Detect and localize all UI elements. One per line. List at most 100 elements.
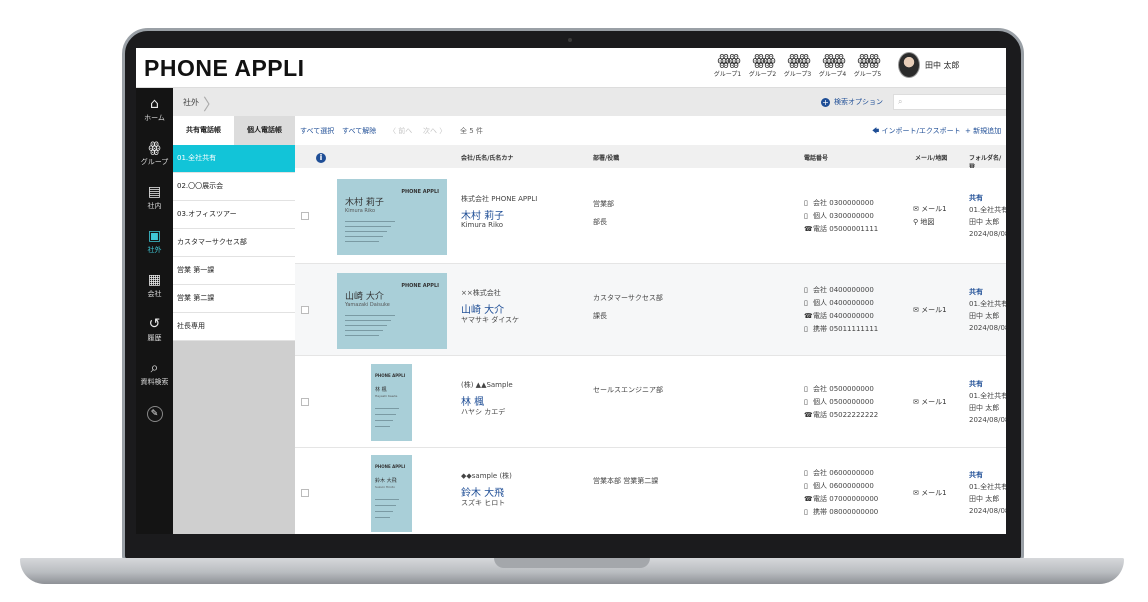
phone-entry[interactable]: ▯ 会社 0400000000 — [804, 284, 878, 297]
mail-link[interactable]: ✉ メール1 — [913, 487, 947, 500]
folder-item[interactable]: 02.〇〇展示会 — [173, 173, 295, 201]
home-icon: ⌂ — [150, 96, 159, 112]
group-shortcut[interactable]: ꙮꙮ グループ3 — [780, 52, 815, 79]
job-title: 部長 — [593, 218, 607, 226]
group-shortcut[interactable]: ꙮꙮ グループ2 — [745, 52, 780, 79]
tab-personal[interactable]: 個人電話帳 — [234, 116, 295, 145]
phone-entry[interactable]: ▯ 会社 0500000000 — [804, 383, 878, 396]
search-input[interactable]: ⌕ — [893, 94, 1006, 110]
card-text-line — [345, 241, 379, 242]
folder-name: 01.全社共有 — [969, 392, 1006, 400]
company-external-icon: ▣ — [147, 228, 162, 244]
group-shortcut[interactable]: ꙮꙮ グループ4 — [815, 52, 850, 79]
select-all-link[interactable]: すべて選択 — [300, 126, 334, 136]
phone-entry[interactable]: ☎電話 0400000000 — [804, 310, 878, 323]
phone-entry[interactable]: ▯ 携帯 08000000000 — [804, 506, 878, 519]
phone-entry[interactable]: ▯ 会社 0600000000 — [804, 467, 878, 480]
folder-item[interactable]: 01.全社共有 — [173, 145, 295, 173]
row-checkbox[interactable] — [301, 489, 309, 497]
search-icon: ⌕ — [898, 97, 903, 106]
business-card-image[interactable]: PHONE APPLI 林 楓 Hayashi Kaede — [371, 364, 412, 441]
group-icon: ꙮꙮ — [717, 51, 740, 69]
group-icon: ꙮ — [148, 140, 161, 156]
phone-number: 0300000000 — [829, 198, 874, 207]
contact-name[interactable]: 鈴木 大飛 — [461, 484, 504, 499]
nav-company[interactable]: ▦ 会社 — [136, 272, 173, 299]
business-card-image[interactable]: PHONE APPLI 木村 莉子 Kimura Riko — [337, 179, 447, 255]
folder-item[interactable]: 03.オフィスツアー — [173, 201, 295, 229]
phone-entry[interactable]: ☎電話 07000000000 — [804, 493, 878, 506]
phone-entry[interactable]: ▯ 個人 0300000000 — [804, 210, 878, 223]
business-card-image[interactable]: PHONE APPLI 鈴木 大飛 Suzuki Hiroto — [371, 455, 412, 532]
table-row[interactable]: PHONE APPLI 山崎 大介 Yamazaki Daisuke ××株式会社 山崎… — [295, 264, 1006, 356]
col-dept[interactable]: 部署/役職 — [593, 153, 619, 162]
prev-page-link[interactable]: 〈 前へ — [389, 126, 412, 136]
col-mail[interactable]: メール/地図 — [915, 153, 947, 162]
business-card-image[interactable]: PHONE APPLI 山崎 大介 Yamazaki Daisuke — [337, 273, 447, 349]
col-company[interactable]: 会社/氏名/氏名カナ — [461, 153, 513, 162]
mail-link[interactable]: ✉ メール1 — [913, 304, 947, 317]
table-row[interactable]: PHONE APPLI 鈴木 大飛 Suzuki Hiroto ◆◆sample (株… — [295, 448, 1006, 534]
phone-type: 電話 — [813, 410, 827, 419]
search-options-button[interactable]: + 検索オプション — [821, 97, 883, 107]
contact-name[interactable]: 木村 莉子 — [461, 207, 504, 222]
next-page-link[interactable]: 次へ 〉 — [423, 126, 446, 136]
table-row[interactable]: PHONE APPLI 木村 莉子 Kimura Riko 株式会社 PHONE AP… — [295, 168, 1006, 264]
row-checkbox[interactable] — [301, 398, 309, 406]
mail-label: メール1 — [921, 398, 947, 406]
mail-link[interactable]: ✉ メール1 — [913, 203, 947, 216]
folder-item[interactable]: カスタマーサクセス部 — [173, 229, 295, 257]
row-checkbox[interactable] — [301, 306, 309, 314]
row-checkbox[interactable] — [301, 212, 309, 220]
app-logo[interactable]: PHONE APPLI — [144, 55, 305, 82]
nav-group[interactable]: ꙮ グループ — [136, 140, 173, 167]
tab-shared[interactable]: 共有電話帳 — [173, 116, 234, 145]
nav-pin[interactable]: ✎ — [136, 406, 173, 422]
phone-number: 0500000000 — [829, 397, 874, 406]
phone-entry[interactable]: ☎電話 05000001111 — [804, 223, 878, 236]
phone-entry[interactable]: ☎電話 05022222222 — [804, 409, 878, 422]
registered-by: 田中 太郎 — [969, 218, 1000, 226]
info-icon[interactable]: i — [316, 153, 326, 163]
phone-type: 個人 — [813, 211, 827, 220]
folder-info: 共有 01.全社共有 田中 太郎 2024/08/08 — [969, 469, 1006, 517]
nav-label: 社内 — [147, 202, 162, 210]
table-row[interactable]: PHONE APPLI 林 楓 Hayashi Kaede (株) ▲▲Sample 林… — [295, 356, 1006, 448]
phone-number: 0400000000 — [829, 286, 874, 294]
phone-entry[interactable]: ▯ 携帯 05011111111 — [804, 323, 878, 336]
import-export-link[interactable]: 🡄 インポート/エクスポート — [872, 126, 961, 138]
nav-history[interactable]: ↺ 履歴 — [136, 316, 173, 343]
nav-home[interactable]: ⌂ ホーム — [136, 96, 173, 123]
contact-kana: スズキ ヒロト — [461, 499, 506, 507]
nav-company-external[interactable]: ▣ 社外 — [136, 228, 173, 255]
mail-link[interactable]: ✉ メール1 — [913, 396, 947, 409]
phone-entry[interactable]: ▯ 個人 0400000000 — [804, 297, 878, 310]
col-phone[interactable]: 電話番号 — [804, 153, 828, 162]
phone-list: ▯ 会社 0300000000 ▯ 個人 0300000000 ☎電話 05000001… — [804, 197, 878, 236]
nav-document-search[interactable]: ⌕ 資料検索 — [136, 360, 173, 387]
group-shortcut[interactable]: ꙮꙮ グループ1 — [710, 51, 745, 79]
phone-type: 会社 — [813, 198, 827, 207]
mail-map: ✉ メール1 — [913, 304, 947, 317]
nav-company-internal[interactable]: ▤ 社内 — [136, 184, 173, 211]
top-bar: PHONE APPLI ꙮꙮ グループ1 ꙮꙮ グループ2 ꙮꙮ グループ3 ꙮꙮ グループ4… — [136, 48, 1006, 88]
deselect-all-link[interactable]: すべて解除 — [342, 126, 376, 136]
group-label: グループ5 — [853, 71, 882, 78]
folder-item[interactable]: 営業 第一課 — [173, 257, 295, 285]
user-menu[interactable]: 田中 太郎 — [898, 52, 960, 78]
breadcrumb-label[interactable]: 社外 — [183, 97, 199, 108]
folder-item[interactable]: 社長専用 — [173, 313, 295, 341]
phone-entry[interactable]: ▯ 個人 0600000000 — [804, 480, 878, 493]
phone-entry[interactable]: ▯ 会社 0300000000 — [804, 197, 878, 210]
phone-entry[interactable]: ▯ 個人 0500000000 — [804, 396, 878, 409]
folder-name: 01.全社共有 — [969, 483, 1006, 491]
result-count: 全 5 件 — [460, 127, 483, 135]
card-text-line — [375, 505, 396, 506]
folder-item[interactable]: 営業 第二課 — [173, 285, 295, 313]
add-new-link[interactable]: + 新規追加 — [965, 126, 1001, 136]
card-text-line — [345, 335, 379, 336]
contact-name[interactable]: 山崎 大介 — [461, 301, 504, 316]
map-link[interactable]: ⚲ 地図 — [913, 216, 947, 229]
group-shortcut[interactable]: ꙮꙮ グループ5 — [850, 52, 885, 79]
contact-name[interactable]: 林 楓 — [461, 393, 484, 408]
